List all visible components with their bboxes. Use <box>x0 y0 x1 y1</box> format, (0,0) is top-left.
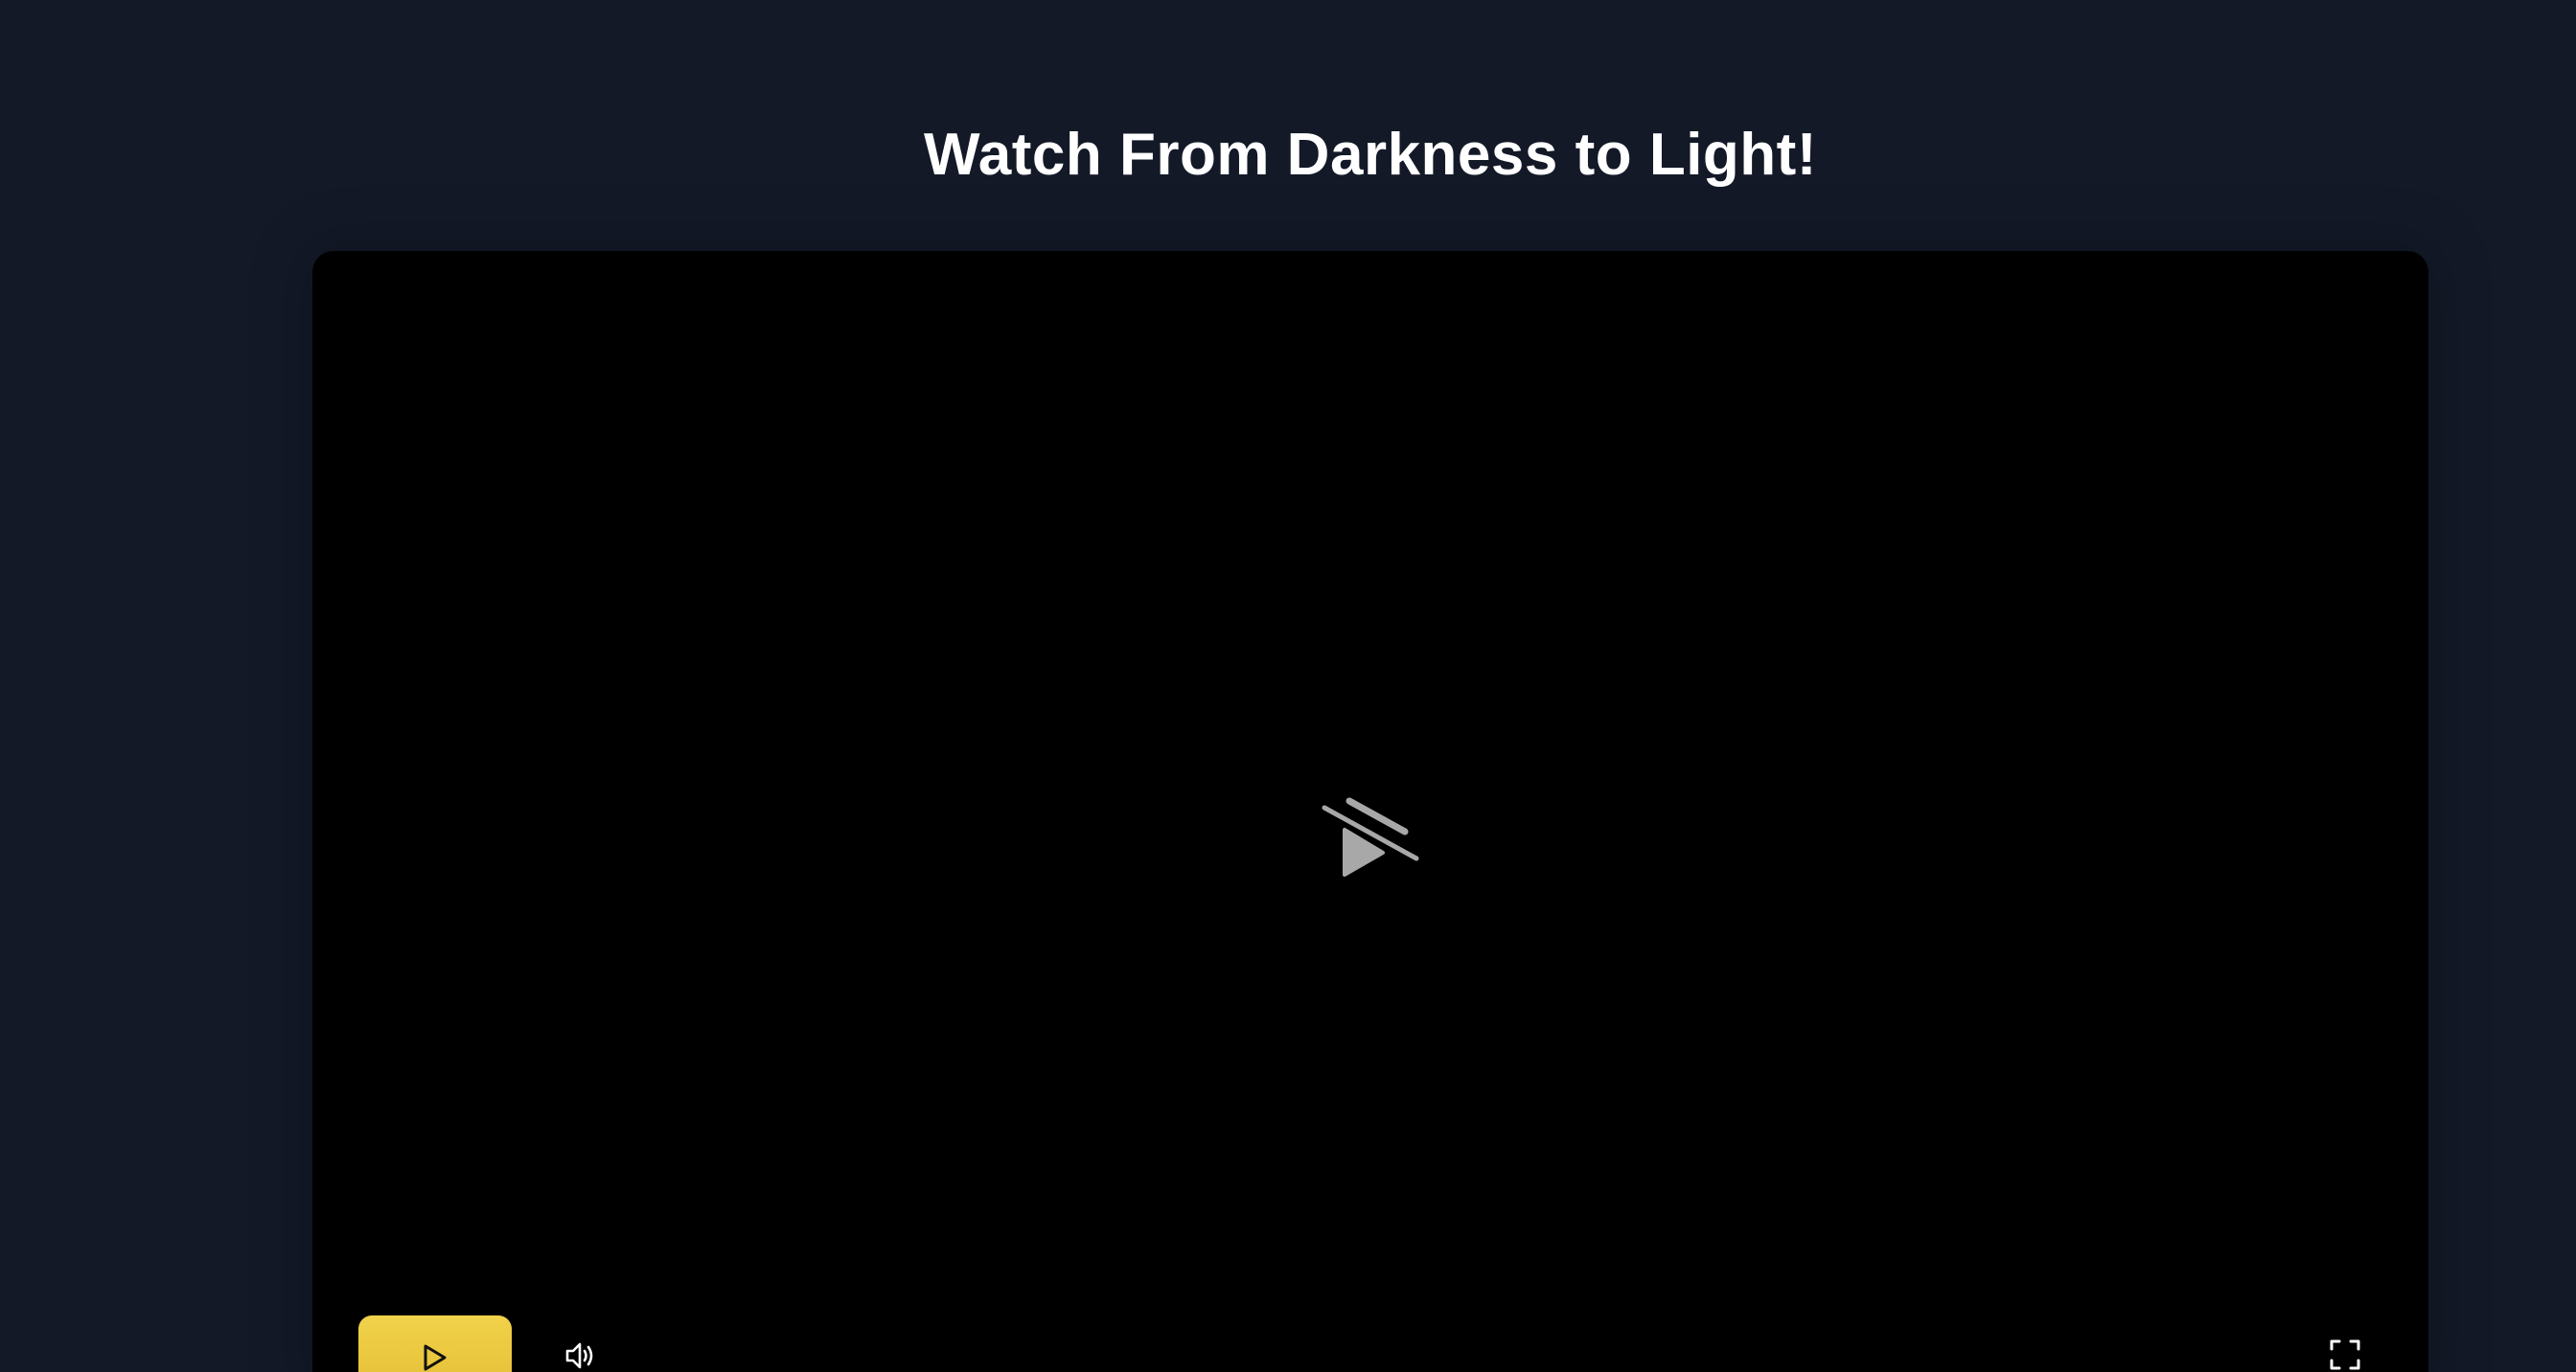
volume-icon[interactable] <box>564 1338 598 1372</box>
play-button[interactable] <box>358 1315 512 1372</box>
play-icon <box>424 1344 447 1371</box>
video-player[interactable] <box>312 251 2428 1372</box>
page: Watch From Darkness to Light! <box>0 0 2576 1372</box>
player-controls <box>312 1310 2428 1372</box>
page-title: Watch From Darkness to Light! <box>924 122 1817 188</box>
video-unavailable-icon <box>1322 797 1419 877</box>
fullscreen-icon[interactable] <box>2329 1338 2361 1371</box>
